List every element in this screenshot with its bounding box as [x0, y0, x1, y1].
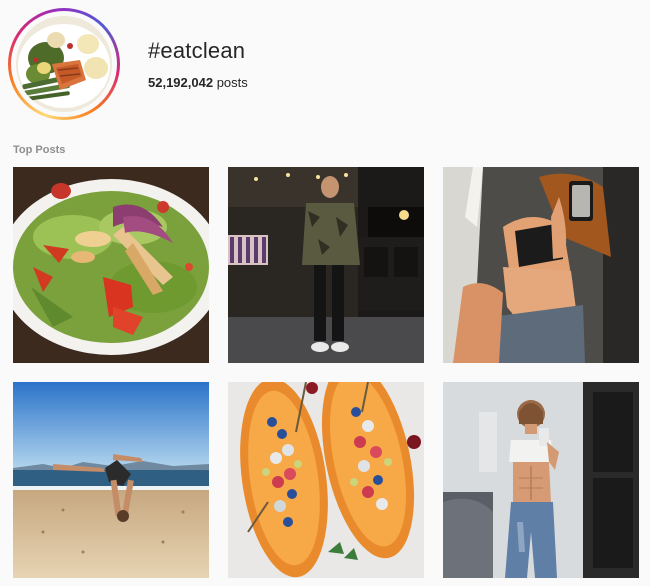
beach-yoga-image: [13, 382, 209, 578]
post-count-suffix: posts: [213, 75, 248, 90]
salmon-plate-image: [16, 16, 112, 112]
hashtag-header: #eatclean 52,192,042 posts: [0, 0, 650, 130]
salad-plate-image: [13, 167, 209, 363]
avatar-image: [16, 16, 112, 112]
fitness-selfie-image: [443, 382, 639, 578]
post-tile[interactable]: [13, 167, 209, 363]
papaya-boats-image: [228, 382, 424, 578]
post-count-number: 52,192,042: [148, 75, 214, 90]
post-tile[interactable]: [228, 382, 424, 578]
man-restaurant-image: [228, 167, 424, 363]
mirror-selfie-image: [443, 167, 639, 363]
post-tile[interactable]: [228, 167, 424, 363]
post-tile[interactable]: [443, 167, 639, 363]
post-tile[interactable]: [443, 382, 639, 578]
hashtag-title: #eatclean: [148, 38, 246, 63]
top-posts-label: Top Posts: [13, 144, 66, 156]
hashtag-avatar[interactable]: [8, 8, 120, 120]
post-count: 52,192,042 posts: [148, 75, 248, 90]
post-tile[interactable]: [13, 382, 209, 578]
